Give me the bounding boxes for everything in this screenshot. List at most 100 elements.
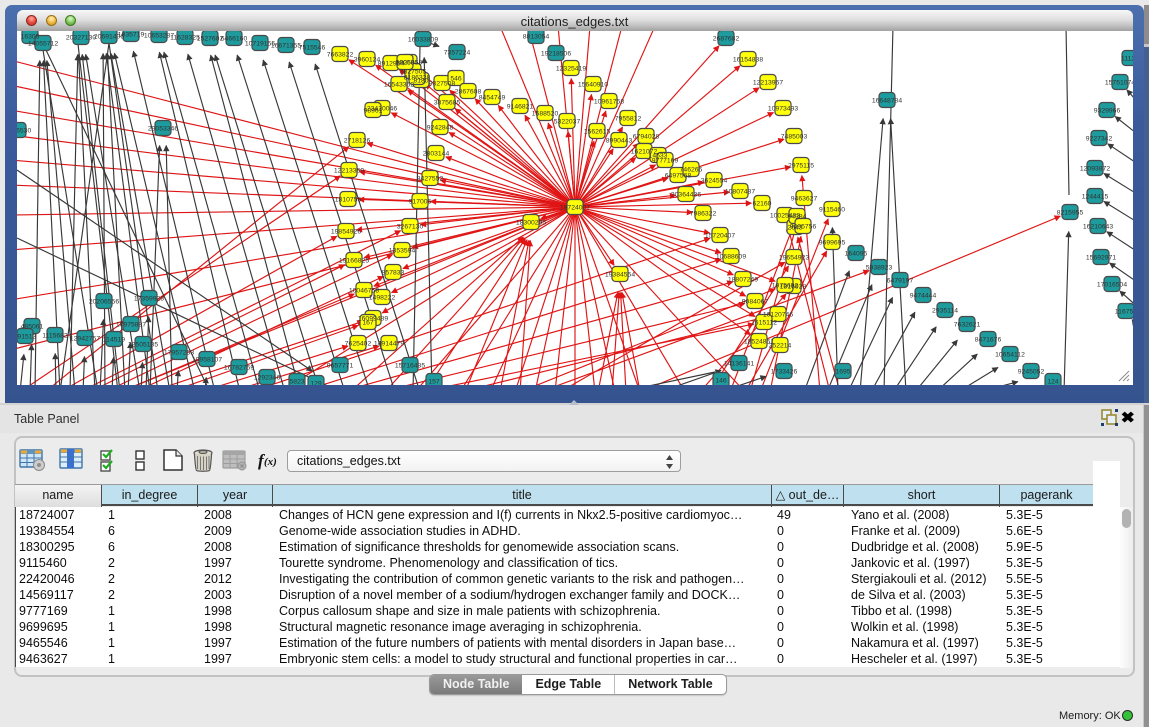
svg-text:1353594: 1353594 [389, 248, 416, 255]
svg-text:9084067: 9084067 [742, 299, 769, 306]
svg-text:1615112: 1615112 [751, 320, 777, 327]
svg-text:1733426: 1733426 [771, 369, 798, 376]
svg-text:16210643: 16210643 [1083, 224, 1113, 231]
svg-text:2616530: 2616530 [17, 128, 31, 135]
svg-text:1498222: 1498222 [369, 295, 396, 302]
svg-text:17359928: 17359928 [134, 296, 164, 303]
svg-text:9115460: 9115460 [819, 207, 845, 214]
svg-text:20327130: 20327130 [66, 35, 96, 42]
svg-text:16648784: 16648784 [872, 98, 902, 105]
svg-text:12505135: 12505135 [128, 342, 158, 349]
svg-text:12942757: 12942757 [70, 336, 100, 343]
svg-text:1588520: 1588520 [532, 111, 559, 118]
svg-text:1975692: 1975692 [772, 283, 799, 290]
svg-text:16058: 16058 [396, 60, 415, 67]
svg-text:10654112: 10654112 [995, 352, 1025, 359]
svg-text:16033809: 16033809 [408, 37, 438, 44]
svg-text:12213369: 12213369 [334, 168, 364, 175]
svg-text:11628325: 11628325 [170, 35, 200, 42]
svg-text:1244415: 1244415 [1082, 194, 1109, 201]
svg-text:17016504: 17016504 [1097, 282, 1127, 289]
svg-text:2867608: 2867608 [455, 89, 482, 96]
svg-text:7485003: 7485003 [781, 134, 808, 141]
svg-text:5938923: 5938923 [866, 265, 893, 272]
svg-text:746266: 746266 [680, 167, 703, 174]
svg-text:11127: 11127 [1121, 56, 1133, 63]
svg-text:15640910: 15640910 [578, 82, 608, 89]
svg-text:5823: 5823 [289, 379, 304, 386]
svg-text:116753: 116753 [1115, 309, 1133, 316]
svg-text:14136141: 14136141 [724, 361, 754, 368]
svg-text:9146821: 9146821 [507, 104, 534, 111]
svg-text:10961758: 10961758 [594, 99, 624, 106]
svg-text:19218506: 19218506 [541, 51, 571, 58]
svg-text:9474444: 9474444 [910, 293, 937, 300]
svg-text:2718126: 2718126 [344, 138, 371, 145]
svg-text:10973493: 10973493 [768, 106, 798, 113]
svg-text:20364436: 20364436 [671, 192, 701, 199]
svg-text:7663822: 7663822 [327, 52, 354, 59]
svg-text:157: 157 [428, 379, 440, 386]
svg-text:2935114: 2935114 [932, 308, 958, 315]
svg-text:18300295: 18300295 [516, 220, 546, 227]
svg-text:9463627: 9463627 [791, 196, 818, 203]
svg-text:1835719: 1835719 [118, 32, 145, 39]
svg-text:20206556: 20206556 [89, 299, 119, 306]
svg-text:3875685: 3875685 [434, 100, 461, 107]
svg-text:1562615: 1562615 [584, 129, 611, 136]
svg-text:7357224: 7357224 [444, 50, 471, 57]
svg-text:8471676: 8471676 [975, 337, 1002, 344]
svg-text:9657771: 9657771 [327, 363, 354, 370]
svg-text:94384: 94384 [788, 214, 807, 221]
svg-text:9245052: 9245052 [1018, 369, 1045, 376]
svg-text:6466160: 6466160 [221, 36, 248, 43]
svg-text:(x): (x) [264, 456, 277, 468]
svg-text:9777169: 9777169 [652, 158, 679, 165]
svg-text:8427552: 8427552 [417, 176, 444, 183]
svg-text:62160: 62160 [753, 201, 772, 208]
svg-text:12325419: 12325419 [556, 66, 586, 73]
svg-text:18807249: 18807249 [728, 277, 758, 284]
svg-text:124: 124 [1047, 379, 1059, 386]
svg-text:10120746: 10120746 [763, 312, 793, 319]
svg-text:15716485: 15716485 [395, 363, 425, 370]
svg-text:9699695: 9699695 [819, 240, 846, 247]
svg-text:8813054: 8813054 [523, 34, 550, 41]
svg-text:2803144: 2803144 [423, 151, 450, 158]
svg-text:10958107: 10958107 [192, 357, 222, 364]
svg-text:3960124: 3960124 [354, 57, 381, 64]
svg-text:8990443: 8990443 [606, 138, 633, 145]
svg-text:857833: 857833 [382, 270, 405, 277]
svg-text:1527602: 1527602 [197, 36, 224, 43]
svg-text:1115682: 1115682 [42, 333, 68, 340]
svg-text:15751074: 15751074 [1105, 80, 1133, 87]
svg-text:16782759: 16782759 [224, 365, 254, 372]
svg-text:2975115: 2975115 [788, 163, 814, 170]
svg-text:98961: 98961 [364, 108, 383, 115]
svg-text:10688609: 10688609 [716, 254, 746, 261]
svg-text:12093872: 12093872 [1080, 166, 1110, 173]
svg-text:3267130: 3267130 [397, 224, 424, 231]
svg-text:18724007: 18724007 [560, 205, 590, 212]
svg-text:6794028: 6794028 [633, 134, 660, 141]
svg-text:9329966: 9329966 [1094, 108, 1121, 115]
svg-text:252214: 252214 [769, 343, 792, 350]
svg-text:5322037: 5322037 [554, 119, 581, 126]
svg-text:146: 146 [715, 378, 727, 385]
svg-text:16154838: 16154838 [733, 57, 763, 64]
svg-text:8215955: 8215955 [1057, 210, 1084, 217]
svg-text:546: 546 [450, 76, 462, 83]
svg-text:19654923: 19654923 [779, 255, 809, 262]
svg-text:129: 129 [310, 381, 322, 386]
svg-text:3624554: 3624554 [701, 178, 728, 185]
svg-text:6479197: 6479197 [887, 278, 914, 285]
svg-text:12213967: 12213967 [753, 80, 783, 87]
svg-text:1292346: 1292346 [254, 375, 281, 382]
svg-text:114519: 114519 [103, 337, 125, 344]
svg-text:1810755: 1810755 [335, 197, 362, 204]
svg-text:2687682: 2687682 [713, 36, 740, 43]
svg-text:9495756: 9495756 [790, 224, 817, 231]
svg-text:10046758: 10046758 [349, 288, 379, 295]
svg-text:7986322: 7986322 [690, 211, 717, 218]
svg-text:14055712: 14055712 [28, 41, 58, 48]
